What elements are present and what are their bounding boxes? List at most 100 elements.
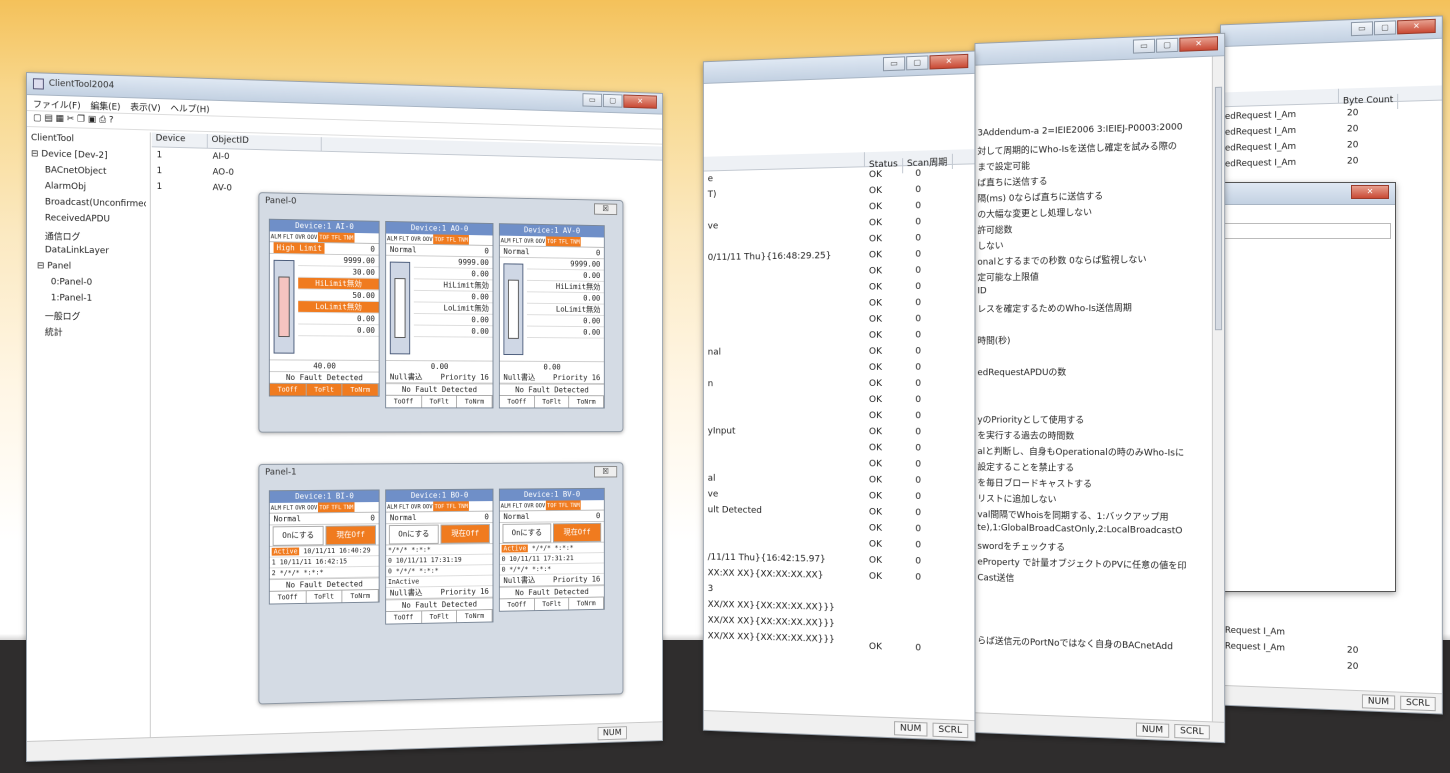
- tree-item[interactable]: 一般ログ: [31, 309, 146, 326]
- menu-file[interactable]: ファイル(F): [33, 100, 81, 111]
- turn-on-button[interactable]: Onにする: [502, 522, 552, 543]
- toflt-button[interactable]: ToFlt: [421, 610, 458, 623]
- lolimit-button[interactable]: LoLimit無効: [298, 301, 379, 314]
- device-cell[interactable]: 1: [157, 182, 163, 198]
- list-item[interactable]: [708, 283, 861, 301]
- lolimit-button[interactable]: LoLimit無効: [526, 303, 604, 316]
- dialog-field[interactable]: [1217, 223, 1391, 239]
- tree-item[interactable]: ⊟ Panel: [31, 261, 146, 279]
- menu-edit[interactable]: 編集(E): [90, 102, 120, 113]
- priority-select[interactable]: Priority 16: [441, 372, 489, 383]
- list-item[interactable]: 時間(秒): [977, 332, 1209, 349]
- minimize-button[interactable]: ▭: [582, 93, 603, 108]
- null-write-button[interactable]: Null書込: [390, 587, 423, 598]
- toflt-button[interactable]: ToFlt: [421, 395, 458, 408]
- list-item[interactable]: edRequest I_Am: [1225, 126, 1296, 144]
- list-item[interactable]: [708, 442, 861, 459]
- list-item[interactable]: [708, 458, 861, 475]
- list-item[interactable]: edRequestAPDUの数: [977, 365, 1209, 381]
- level-gauge[interactable]: [389, 261, 411, 355]
- list-item[interactable]: レスを確定するためのWho-Is送信周期: [977, 300, 1209, 318]
- tonrm-button[interactable]: ToNrm: [457, 395, 493, 408]
- tonrm-button[interactable]: ToNrm: [342, 384, 379, 396]
- device-cell[interactable]: 1: [157, 150, 163, 166]
- maximize-button[interactable]: ▢: [906, 55, 929, 71]
- tree-item[interactable]: 通信ログ: [31, 229, 146, 247]
- hilimit-button[interactable]: HiLimit無効: [526, 280, 604, 294]
- tree-item[interactable]: DataLinkLayer: [31, 245, 146, 263]
- list-item[interactable]: edRequest I_Am: [1225, 142, 1296, 160]
- list-item[interactable]: XX/XX XX}{XX:XX:XX.XX}}}: [708, 631, 861, 651]
- vertical-scrollbar[interactable]: [1211, 56, 1225, 722]
- list-item[interactable]: [977, 381, 1209, 397]
- null-write-button[interactable]: Null書込: [503, 372, 535, 383]
- minimize-button[interactable]: ▭: [1132, 38, 1156, 54]
- object-cell[interactable]: AV-0: [213, 183, 234, 199]
- list-item[interactable]: edRequest I_Am: [1225, 158, 1296, 176]
- tonrm-button[interactable]: ToNrm: [342, 589, 379, 603]
- null-write-button[interactable]: Null書込: [503, 575, 535, 586]
- tooff-button[interactable]: ToOff: [499, 395, 535, 408]
- close-button[interactable]: ✕: [1397, 18, 1436, 35]
- list-item[interactable]: al: [708, 474, 861, 491]
- tree-item[interactable]: 1:Panel-1: [31, 293, 146, 310]
- close-button[interactable]: ✕: [929, 53, 969, 70]
- tonrm-button[interactable]: ToNrm: [569, 396, 604, 408]
- list-item[interactable]: [708, 411, 861, 427]
- menu-help[interactable]: ヘルプ(H): [170, 104, 209, 115]
- paste-icon[interactable]: ▣: [88, 115, 96, 125]
- toflt-button[interactable]: ToFlt: [534, 396, 570, 408]
- close-button[interactable]: ✕: [623, 94, 657, 109]
- list-item[interactable]: [977, 316, 1209, 334]
- device-column[interactable]: Device: [151, 132, 208, 149]
- copy-icon[interactable]: ❐: [77, 114, 85, 124]
- list-item[interactable]: yInput: [708, 427, 861, 444]
- maximize-button[interactable]: ▢: [1373, 20, 1397, 36]
- tooff-button[interactable]: ToOff: [386, 395, 422, 408]
- hilimit-button[interactable]: HiLimit無効: [298, 277, 379, 291]
- object-cell[interactable]: AI-0: [213, 152, 234, 168]
- list-item[interactable]: を実行する過去の時間数: [977, 428, 1209, 445]
- tooff-button[interactable]: ToOff: [499, 598, 535, 611]
- open-icon[interactable]: ▤: [44, 114, 52, 124]
- list-item[interactable]: [977, 397, 1209, 413]
- turn-on-button[interactable]: Onにする: [388, 524, 439, 544]
- close-icon[interactable]: ☒: [594, 466, 618, 478]
- toflt-button[interactable]: ToFlt: [306, 590, 343, 603]
- objectid-column[interactable]: ObjectID: [207, 134, 322, 152]
- list-item[interactable]: nal: [708, 347, 861, 364]
- list-item[interactable]: Request I_Am: [1225, 642, 1285, 660]
- list-item[interactable]: yのPriorityとして使用する: [977, 413, 1209, 430]
- list-item[interactable]: [708, 299, 861, 316]
- toflt-button[interactable]: ToFlt: [306, 383, 343, 396]
- scan-column[interactable]: Scan周期: [902, 153, 953, 171]
- turn-on-button[interactable]: Onにする: [272, 525, 324, 546]
- close-icon[interactable]: ☒: [594, 203, 618, 216]
- print-icon[interactable]: ⎙: [99, 115, 106, 125]
- help-icon[interactable]: ?: [109, 115, 114, 125]
- new-icon[interactable]: ▢: [33, 113, 41, 123]
- list-item[interactable]: [977, 348, 1209, 365]
- tooff-button[interactable]: ToOff: [269, 591, 307, 604]
- list-item[interactable]: [708, 363, 861, 379]
- save-icon[interactable]: ▦: [56, 114, 64, 124]
- close-button[interactable]: ✕: [1179, 36, 1219, 52]
- minimize-button[interactable]: ▭: [882, 56, 906, 72]
- tree-item[interactable]: 統計: [31, 325, 146, 342]
- close-button[interactable]: ✕: [1351, 185, 1389, 199]
- device-cell[interactable]: 1: [157, 166, 163, 182]
- toflt-button[interactable]: ToFlt: [534, 598, 570, 611]
- hilimit-button[interactable]: HiLimit無効: [413, 279, 493, 292]
- list-item[interactable]: [708, 315, 861, 332]
- cut-icon[interactable]: ✂: [67, 114, 74, 124]
- tree-item[interactable]: 0:Panel-0: [31, 277, 146, 294]
- maximize-button[interactable]: ▢: [1156, 37, 1179, 53]
- object-cell[interactable]: AO-0: [213, 168, 234, 184]
- tooff-button[interactable]: ToOff: [386, 611, 422, 624]
- null-write-button[interactable]: Null書込: [390, 372, 423, 383]
- list-item[interactable]: [708, 331, 861, 348]
- level-gauge[interactable]: [273, 259, 295, 354]
- priority-select[interactable]: Priority 16: [553, 372, 600, 383]
- list-item[interactable]: n: [708, 379, 861, 395]
- maximize-button[interactable]: ▢: [602, 93, 623, 108]
